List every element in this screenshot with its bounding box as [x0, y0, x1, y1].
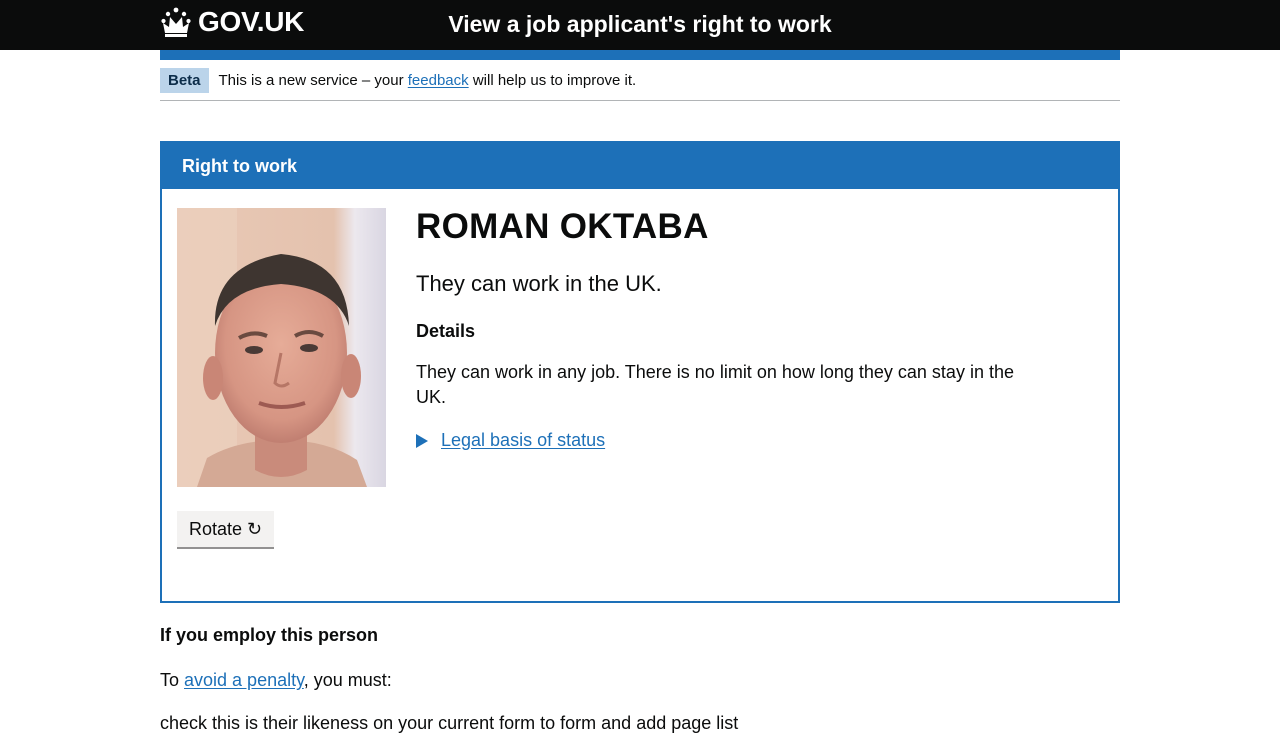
- details-text: They can work in any job. There is no li…: [416, 362, 1014, 407]
- phase-text-after: will help us to improve it.: [468, 71, 637, 89]
- header-blue-bar: [160, 50, 1120, 60]
- applicant-info: ROMAN OKTABA They can work in the UK. De…: [416, 207, 1036, 451]
- triangle-right-icon: [416, 433, 428, 448]
- applicant-photo: [177, 208, 386, 487]
- legal-basis-link[interactable]: Legal basis of status: [441, 430, 605, 451]
- details-heading: Details: [416, 321, 476, 341]
- employ-heading: If you employ this person: [160, 625, 379, 645]
- service-name-link[interactable]: View a job applicant's right to work: [160, 11, 1120, 38]
- phase-text-before: This is a new service – your: [218, 71, 408, 89]
- cut-off-list-item: check this is their likeness on your cur…: [160, 713, 739, 733]
- feedback-link[interactable]: feedback: [408, 72, 469, 89]
- penalty-text-before: To: [160, 670, 185, 690]
- rotate-button[interactable]: Rotate ↻: [177, 511, 275, 549]
- header-container: GOV.UK View a job applicant's right to w…: [160, 0, 1120, 50]
- site-header: GOV.UK View a job applicant's right to w…: [0, 0, 1280, 50]
- penalty-paragraph: To avoid a penalty, you must:: [160, 670, 1120, 691]
- phase-banner-text: This is a new service – your feedback wi…: [219, 72, 637, 89]
- penalty-text-after: , you must:: [303, 670, 392, 690]
- beta-tag: Beta: [160, 67, 209, 93]
- legal-basis-disclosure[interactable]: Legal basis of status: [416, 430, 1036, 451]
- employment-section: If you employ this person To avoid a pen…: [160, 625, 1120, 734]
- work-status: They can work in the UK.: [416, 271, 662, 296]
- card-heading: Right to work: [162, 143, 1118, 189]
- phase-banner: Beta This is a new service – your feedba…: [160, 60, 1120, 101]
- portrait-image: [177, 208, 386, 487]
- avoid-penalty-link[interactable]: avoid a penalty: [184, 670, 304, 690]
- right-to-work-card: Right to work Rotate ↻ ROMAN OKTABA They…: [160, 141, 1120, 603]
- applicant-name: ROMAN OKTABA: [416, 207, 709, 246]
